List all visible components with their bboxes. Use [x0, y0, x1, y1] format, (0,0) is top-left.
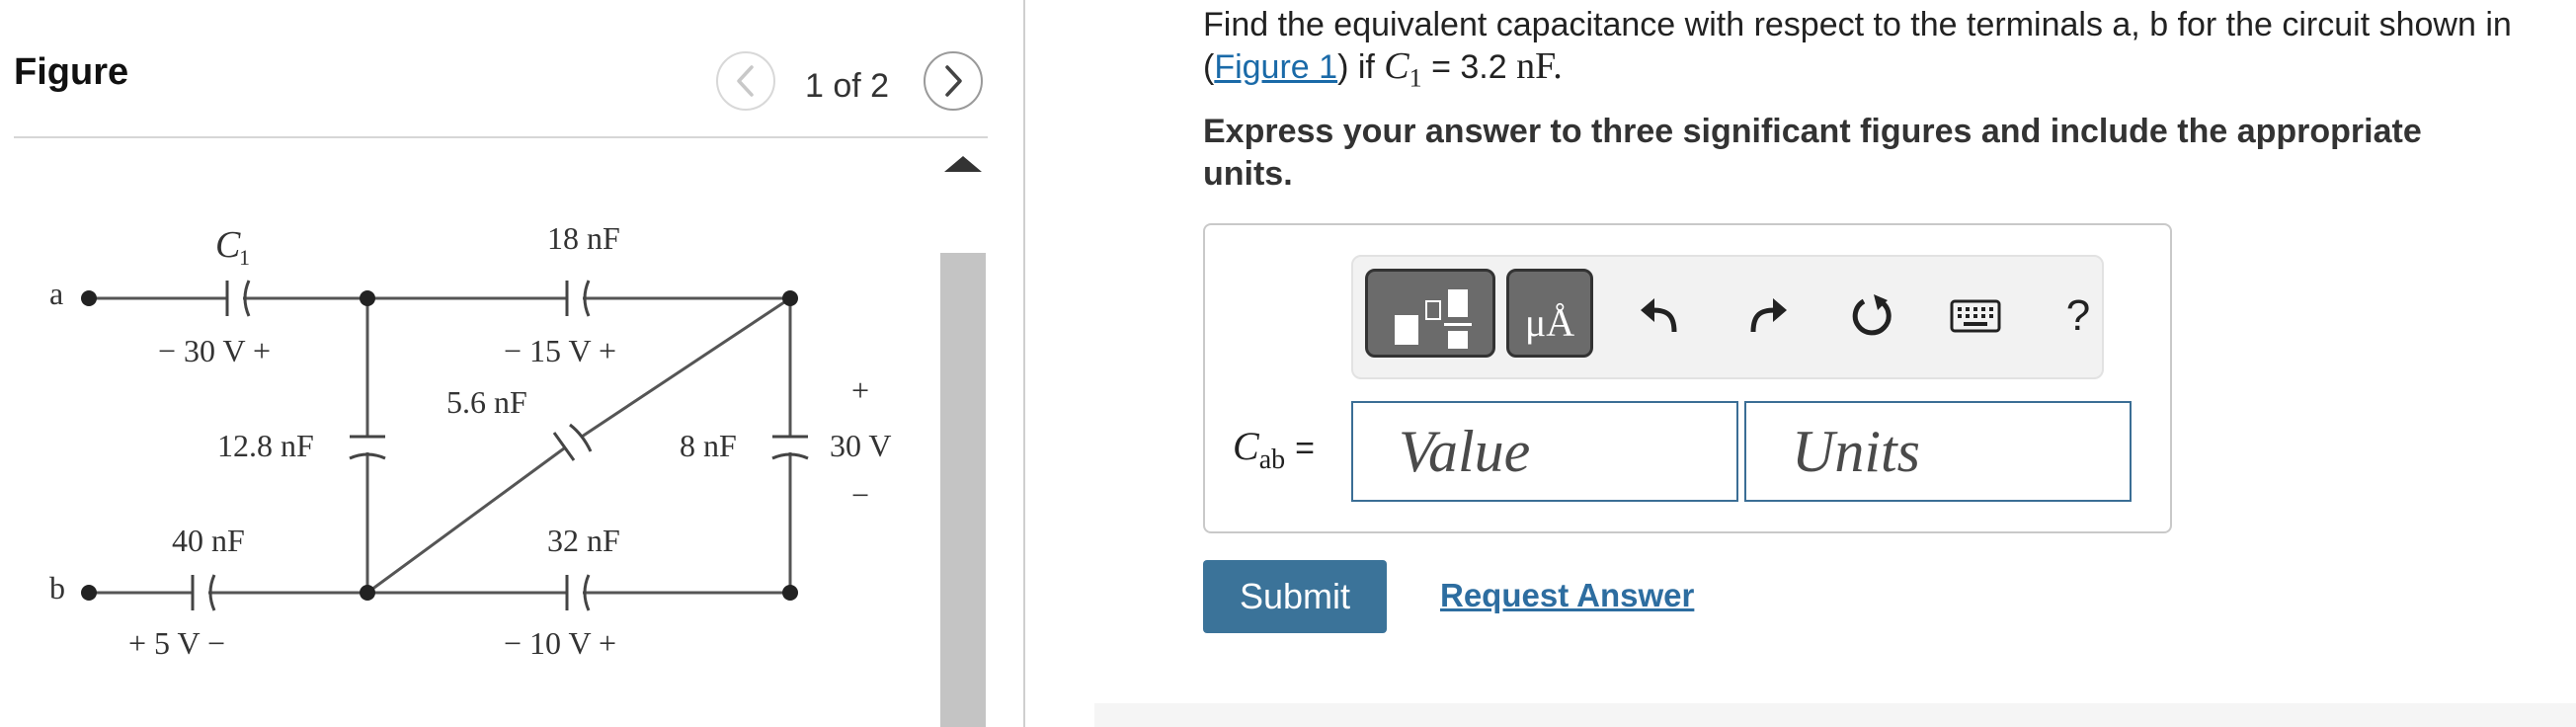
answer-instructions: Express your answer to three significant…	[1203, 113, 2422, 193]
c1-label: C	[215, 224, 241, 266]
answer-variable: C	[1233, 424, 1259, 468]
keyboard-icon	[1950, 299, 2001, 333]
triangle-up-icon[interactable]	[940, 138, 986, 253]
terminal-b-label: b	[49, 570, 65, 606]
request-answer-link[interactable]: Request Answer	[1440, 577, 1694, 614]
c1-voltage: − 30 V +	[158, 333, 271, 368]
panel-divider	[1023, 0, 1025, 727]
help-button[interactable]: ?	[2053, 290, 2104, 342]
template-button[interactable]	[1365, 269, 1495, 358]
c1-variable-subscript: 1	[1409, 63, 1422, 93]
c8-minus: −	[851, 477, 869, 513]
c56-label: 5.6 nF	[446, 384, 527, 420]
units-button[interactable]: μÅ	[1506, 269, 1593, 358]
c32-label: 32 nF	[547, 523, 620, 558]
figure-1-link[interactable]: Figure 1	[1214, 48, 1337, 86]
units-button-label: μÅ	[1524, 299, 1575, 345]
question-prompt: Find the equivalent capacitance with res…	[1203, 4, 2566, 100]
c8-voltage: 30 V	[830, 428, 892, 463]
question-period: .	[1553, 45, 1563, 87]
c32-voltage: − 10 V +	[504, 625, 616, 661]
c1-variable: C	[1384, 45, 1409, 87]
undo-button[interactable]	[1635, 290, 1686, 342]
redo-button[interactable]	[1741, 290, 1793, 342]
page-indicator: 1 of 2	[805, 67, 890, 105]
units-input[interactable]	[1790, 416, 2130, 487]
c1-value: = 3.2	[1421, 48, 1517, 86]
c18-label: 18 nF	[547, 220, 620, 256]
reset-button[interactable]	[1846, 290, 1897, 342]
c8-plus: +	[851, 372, 869, 408]
bottom-strip	[1094, 703, 2576, 727]
c40-label: 40 nF	[172, 523, 245, 558]
value-input[interactable]	[1397, 416, 1736, 487]
keyboard-button[interactable]	[1950, 290, 2001, 342]
circuit-diagram: a b C 1 − 30 V + 18 nF − 15 V + 12.8 nF …	[49, 220, 892, 661]
c1-unit: nF	[1516, 45, 1554, 87]
answer-variable-subscript: ab	[1258, 444, 1286, 475]
reset-icon	[1852, 294, 1892, 336]
scrollbar-thumb[interactable]	[940, 253, 986, 727]
terminal-a-label: a	[49, 276, 63, 311]
figure-title: Figure	[14, 51, 129, 93]
answer-box: μÅ ? Cab = Value Units	[1203, 223, 2172, 533]
c8-label: 8 nF	[680, 428, 737, 463]
chevron-left-icon	[737, 65, 754, 97]
chevron-right-icon	[945, 65, 962, 97]
answer-label: Cab =	[1233, 423, 1315, 476]
c40-voltage: + 5 V −	[128, 625, 225, 661]
equals-sign: =	[1295, 430, 1315, 467]
figure-scrollbar[interactable]	[940, 138, 986, 727]
template-icon	[1395, 289, 1472, 349]
units-field[interactable]	[1744, 401, 2132, 502]
submit-button[interactable]: Submit	[1203, 560, 1387, 633]
math-toolbar: μÅ ?	[1351, 255, 2104, 379]
c12-label: 12.8 nF	[217, 428, 314, 463]
undo-icon	[1641, 298, 1677, 333]
previous-figure-button[interactable]	[716, 51, 775, 111]
next-figure-button[interactable]	[924, 51, 983, 111]
open-paren: (	[1203, 48, 1215, 86]
question-if-text: ) if	[1337, 48, 1385, 86]
question-line-1: Find the equivalent capacitance with res…	[1203, 6, 2512, 43]
c1-subscript: 1	[239, 245, 250, 270]
c18-voltage: − 15 V +	[504, 333, 616, 368]
value-field[interactable]	[1351, 401, 1738, 502]
redo-icon	[1750, 298, 1787, 333]
